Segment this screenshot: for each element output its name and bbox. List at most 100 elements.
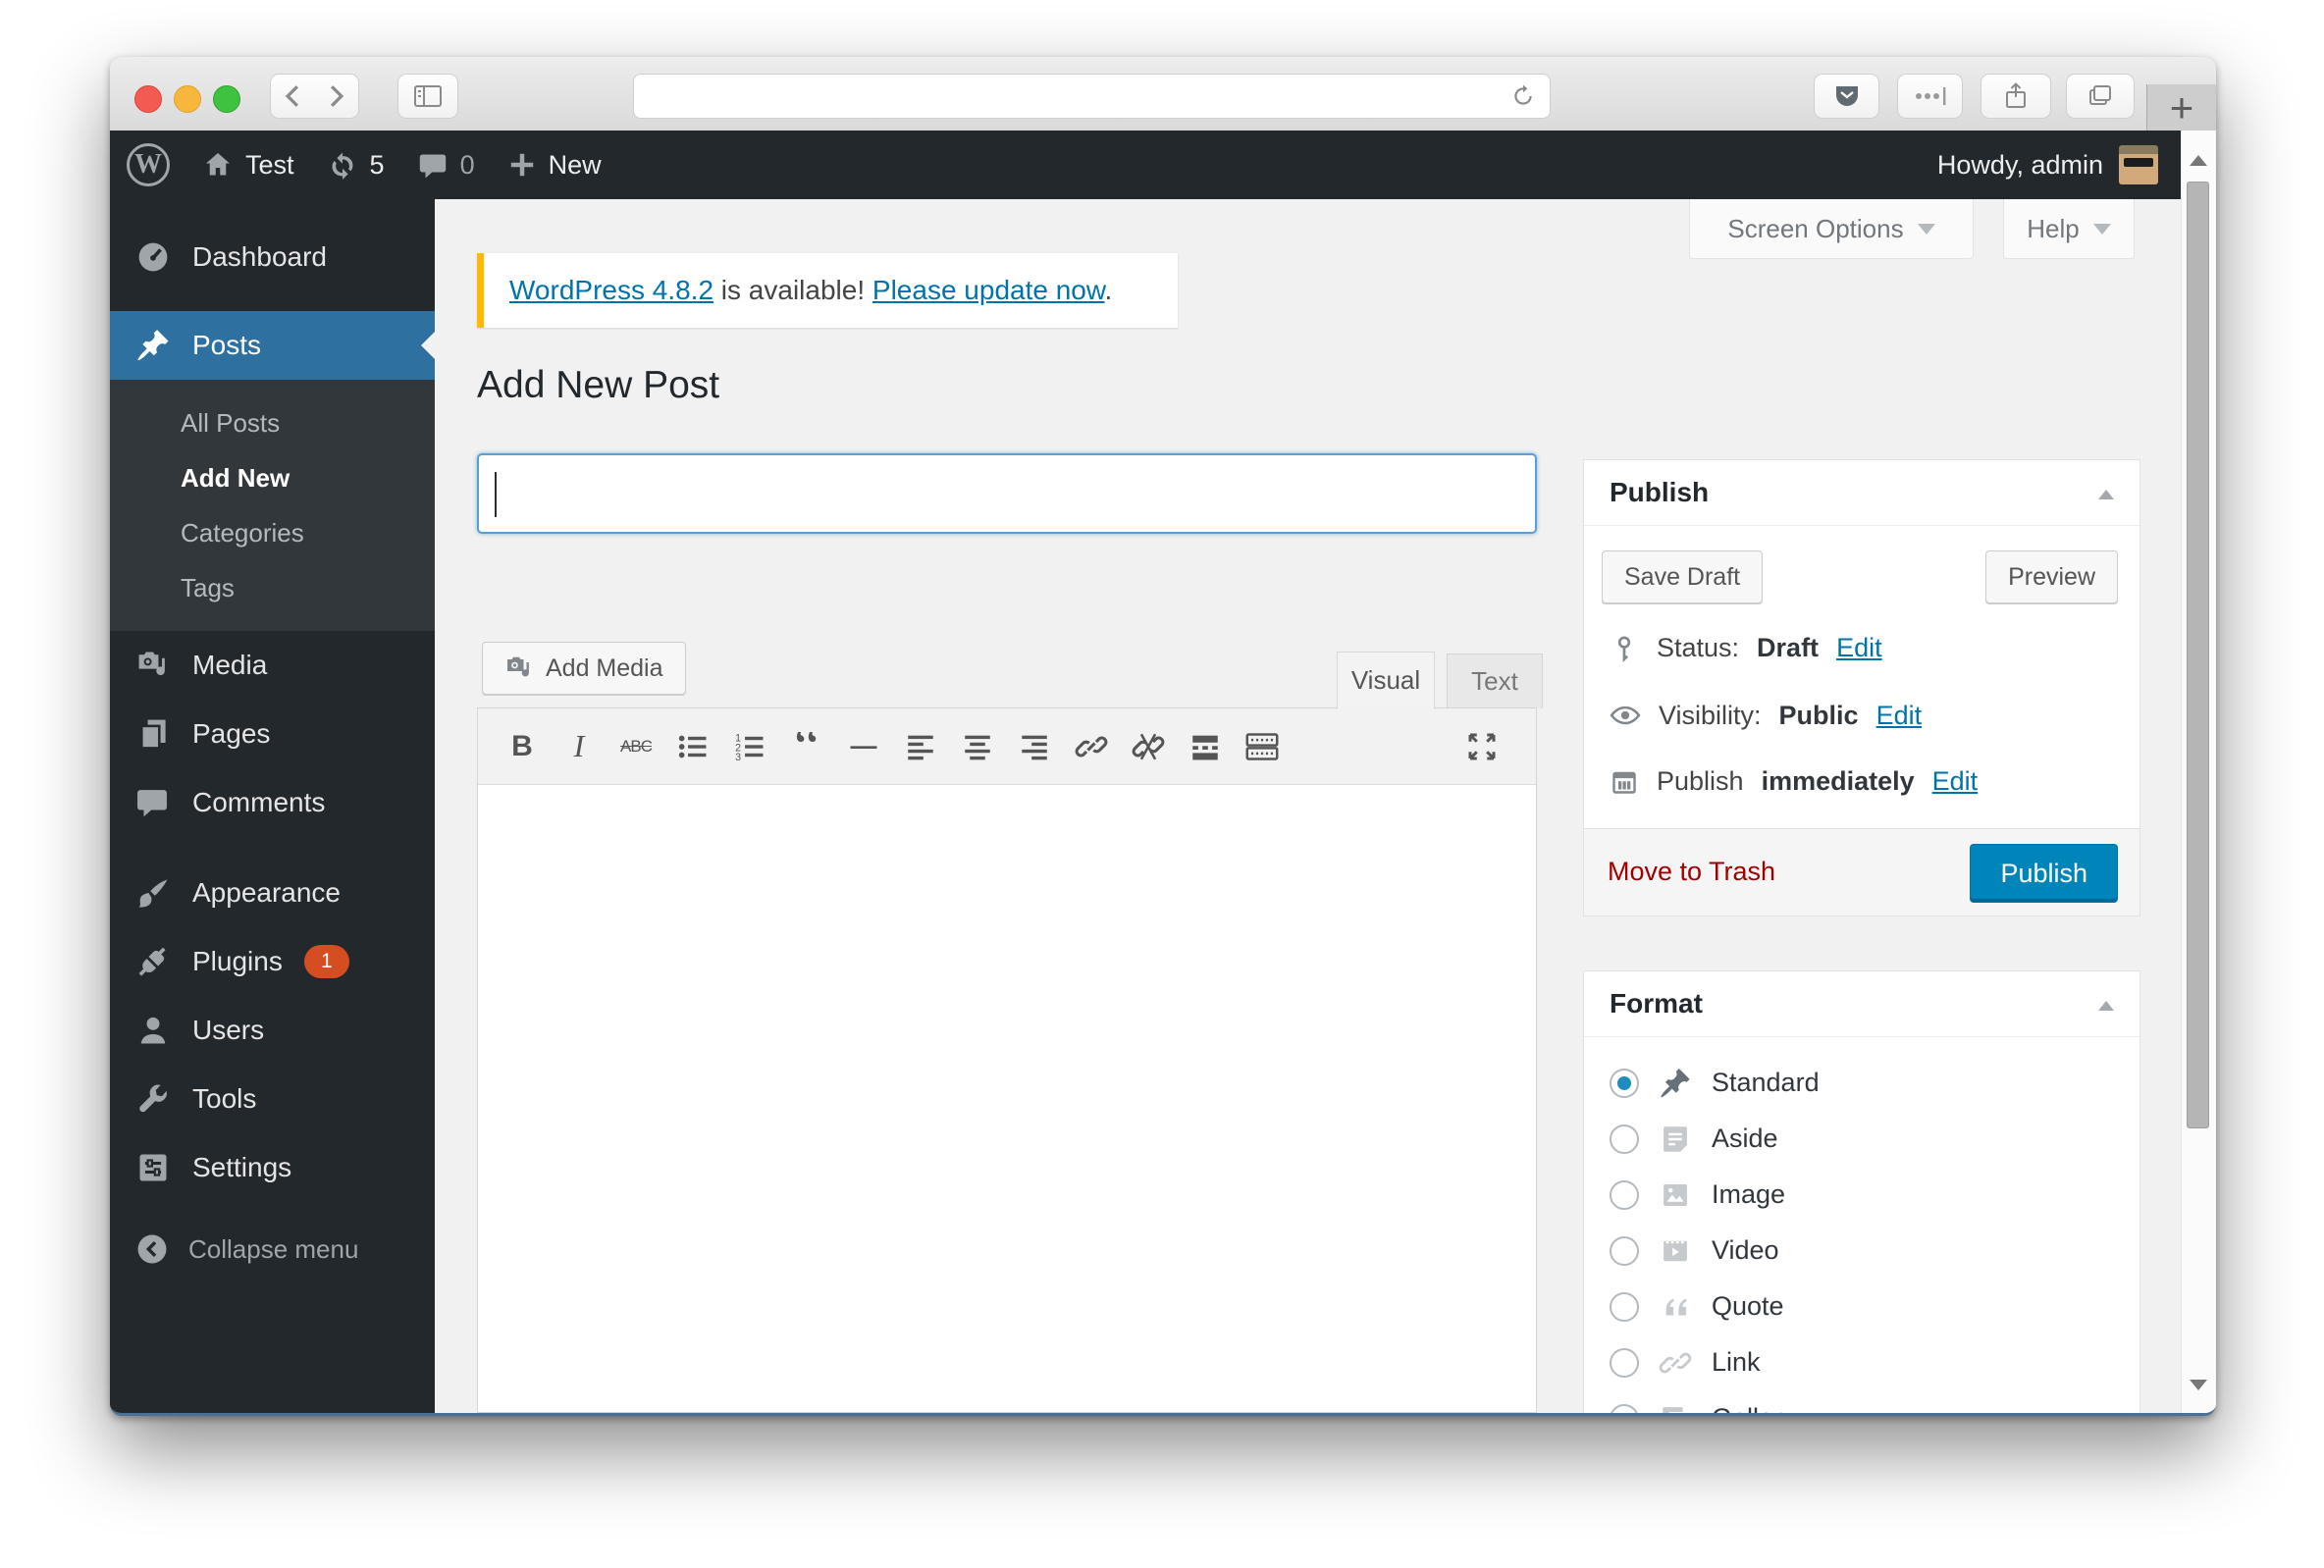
radio[interactable] [1610,1347,1639,1378]
sidebar-item-comments[interactable]: Comments [110,768,435,837]
update-now-link[interactable]: Please update now [872,275,1105,305]
edit-visibility-link[interactable]: Edit [1876,701,1923,731]
collapse-panel-icon[interactable] [2098,993,2114,1011]
bulleted-list-icon[interactable] [664,721,721,772]
posts-submenu: All Posts Add New Categories Tags [110,380,435,631]
editor-content-area[interactable] [478,785,1536,1412]
zoom-window-button[interactable] [213,85,240,113]
wordpress-version-link[interactable]: WordPress 4.8.2 [509,275,713,305]
address-bar[interactable] [633,74,1551,119]
sidebar-item-categories[interactable]: Categories [110,505,435,560]
format-option-link[interactable]: Link [1584,1334,2139,1390]
scroll-up-arrow-icon[interactable] [2190,146,2207,166]
ellipsis-icon [1913,83,1948,109]
page-scrollbar[interactable] [2181,131,2216,1413]
share-button[interactable] [1981,74,2051,119]
edit-status-link[interactable]: Edit [1836,633,1882,663]
collapse-panel-icon[interactable] [2098,482,2114,499]
sidebar-item-media[interactable]: Media [110,631,435,700]
visual-editor-tab[interactable]: Visual [1337,652,1435,708]
user-icon [135,1013,171,1048]
publish-button[interactable]: Publish [1970,844,2118,903]
sidebar-item-dashboard[interactable]: Dashboard [110,223,435,291]
visibility-value: Public [1778,700,1859,730]
remove-link-icon[interactable] [1120,721,1177,772]
post-title-input[interactable] [477,453,1537,534]
radio[interactable] [1610,1124,1639,1154]
publish-panel-header[interactable]: Publish [1584,460,2139,526]
wordpress-logo-icon: W [127,143,170,186]
my-account-menu[interactable]: Howdy, admin [1937,145,2182,184]
toolbar-toggle-icon[interactable] [1234,721,1291,772]
site-menu[interactable]: Test [186,131,311,199]
sidebar-item-settings[interactable]: Settings [110,1133,435,1202]
text-editor-tab[interactable]: Text [1447,653,1543,708]
sidebar-item-users[interactable]: Users [110,996,435,1065]
calendar-icon [1610,767,1639,797]
sidebar-item-pages[interactable]: Pages [110,700,435,768]
help-tab[interactable]: Help [2003,199,2135,259]
align-left-icon[interactable] [892,721,949,772]
pushpin-icon [135,328,171,363]
format-option-aside[interactable]: Aside [1584,1111,2139,1167]
minimize-window-button[interactable] [174,85,201,113]
show-tabs-button[interactable] [2066,74,2135,119]
wrench-icon [135,1081,171,1117]
sidebar-item-tags[interactable]: Tags [110,560,435,615]
sidebar-item-all-posts[interactable]: All Posts [110,395,435,450]
scroll-down-arrow-icon[interactable] [2190,1380,2207,1399]
sidebar-item-tools[interactable]: Tools [110,1065,435,1133]
radio[interactable] [1610,1179,1639,1210]
bold-icon[interactable]: B [494,721,551,772]
radio[interactable] [1610,1403,1639,1413]
horizontal-rule-icon[interactable]: — [835,721,892,772]
collapse-arrow-icon [135,1232,169,1266]
sidebar-item-add-new[interactable]: Add New [110,450,435,505]
screen-options-tab[interactable]: Screen Options [1689,199,1974,259]
comments-menu[interactable]: 0 [401,131,492,199]
sidebar-toggle-button[interactable] [397,74,458,119]
save-draft-button[interactable]: Save Draft [1602,550,1764,603]
sidebar-item-appearance[interactable]: Appearance [110,859,435,927]
new-content-menu[interactable]: New [492,131,618,199]
radio-selected[interactable] [1610,1068,1639,1098]
preview-button[interactable]: Preview [1985,550,2118,603]
pocket-button[interactable] [1814,74,1879,119]
italic-icon[interactable]: I [551,721,607,772]
forward-button[interactable] [314,74,359,119]
radio[interactable] [1610,1291,1639,1322]
more-tag-icon[interactable] [1177,721,1234,772]
add-media-button[interactable]: Add Media [482,642,686,695]
new-tab-button[interactable]: + [2146,84,2216,131]
media-icon [135,648,171,683]
numbered-list-icon[interactable]: 123 [721,721,778,772]
distraction-free-icon[interactable] [1453,721,1510,772]
format-option-standard[interactable]: Standard [1584,1055,2139,1111]
radio[interactable] [1610,1235,1639,1266]
reload-icon[interactable] [1510,83,1536,109]
edit-schedule-link[interactable]: Edit [1932,766,1979,797]
align-center-icon[interactable] [949,721,1006,772]
back-button[interactable] [270,74,315,119]
strikethrough-icon[interactable]: ABC [607,721,664,772]
format-option-gallery[interactable]: Gallery [1584,1390,2139,1413]
wp-admin-sidebar: Dashboard Posts All Posts Add New Catego… [110,199,436,1413]
format-option-video[interactable]: Video [1584,1223,2139,1279]
format-panel-header[interactable]: Format [1584,971,2139,1037]
video-icon [1659,1234,1692,1268]
insert-link-icon[interactable] [1063,721,1120,772]
sidebar-item-posts[interactable]: Posts [110,311,436,380]
close-window-button[interactable] [134,85,162,113]
site-name: Test [245,149,294,180]
scrollbar-thumb[interactable] [2187,182,2209,1128]
updates-menu[interactable]: 5 [311,131,401,199]
format-option-quote[interactable]: Quote [1584,1279,2139,1334]
extensions-overflow-button[interactable] [1897,74,1963,119]
align-right-icon[interactable] [1006,721,1063,772]
wp-logo-menu[interactable]: W [110,131,186,199]
sidebar-item-plugins[interactable]: Plugins 1 [110,927,435,996]
format-option-image[interactable]: Image [1584,1167,2139,1223]
move-to-trash-link[interactable]: Move to Trash [1608,857,1775,887]
collapse-menu-button[interactable]: Collapse menu [110,1222,435,1277]
blockquote-icon[interactable]: “ [778,732,835,761]
